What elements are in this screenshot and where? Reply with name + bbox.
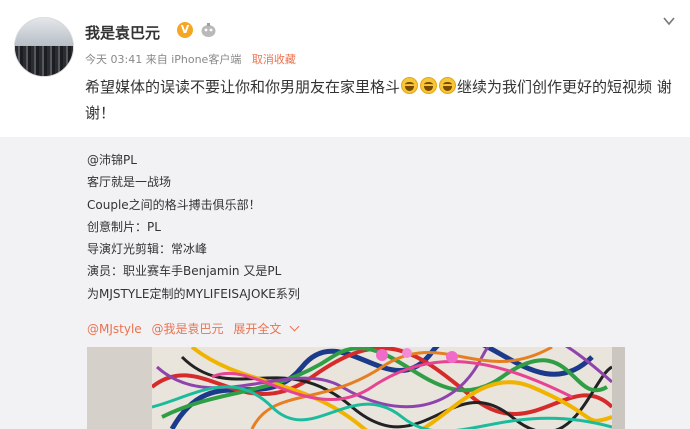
repost-image[interactable]: [87, 347, 625, 429]
laughing-emoji-icon: [420, 77, 438, 94]
repost-line: 演员：职业赛车手Benjamin 又是PL: [87, 264, 282, 279]
status-text-part-1: 希望媒体的误读不要让你和你男朋友在家里格斗: [85, 78, 401, 96]
avatar[interactable]: [14, 17, 74, 77]
laughing-emoji-icon: [401, 77, 419, 94]
chevron-down-icon[interactable]: [662, 14, 676, 28]
repost-line: Couple之间的格斗搏击俱乐部！: [87, 197, 261, 212]
unfavorite-link[interactable]: 取消收藏: [252, 53, 296, 66]
abstract-painting-image: [152, 347, 612, 429]
expand-label: 展开全文: [233, 322, 282, 336]
mention-author-link[interactable]: @我是袁巴元: [152, 322, 224, 336]
repost-block: @沛锦PL 客厅就是一战场 Couple之间的格斗搏击俱乐部！ 创意制片：PL …: [0, 137, 690, 429]
repost-author[interactable]: @沛锦PL: [87, 149, 300, 171]
expand-full-text-link[interactable]: 展开全文: [233, 321, 300, 336]
post-status-text: 希望媒体的误读不要让你和你男朋友在家里格斗 继续为我们创作更好的短视频 谢谢！: [85, 74, 675, 126]
caret-down-icon: [289, 321, 300, 332]
weibo-post-card: 我是袁巴元 V 今天 03:41 来自 iPhone客户端 取消收藏 希望媒体的…: [0, 0, 690, 429]
username[interactable]: 我是袁巴元: [85, 22, 160, 43]
repost-line: 为MJSTYLE定制的MYLIFEISAJOKE系列: [87, 286, 300, 301]
badge-icon[interactable]: [200, 22, 217, 38]
repost-links: @MJstyle @我是袁巴元 展开全文: [87, 320, 304, 337]
repost-line: 创意制片：PL: [87, 219, 161, 234]
verified-icon: V: [177, 22, 193, 38]
avatar-sky: [15, 18, 73, 46]
post-time[interactable]: 今天 03:41: [85, 53, 142, 66]
laughing-emoji-icon: [439, 77, 457, 94]
repost-line: 客厅就是一战场: [87, 175, 172, 190]
repost-line: 导演灯光剪辑：常冰峰: [87, 242, 208, 257]
avatar-landscape: [15, 46, 73, 76]
post-source: 来自 iPhone客户端: [145, 53, 242, 66]
post-meta: 今天 03:41 来自 iPhone客户端 取消收藏: [85, 51, 296, 67]
mention-mjstyle-link[interactable]: @MJstyle: [87, 322, 142, 336]
repost-text: @沛锦PL 客厅就是一战场 Couple之间的格斗搏击俱乐部！ 创意制片：PL …: [87, 149, 300, 305]
